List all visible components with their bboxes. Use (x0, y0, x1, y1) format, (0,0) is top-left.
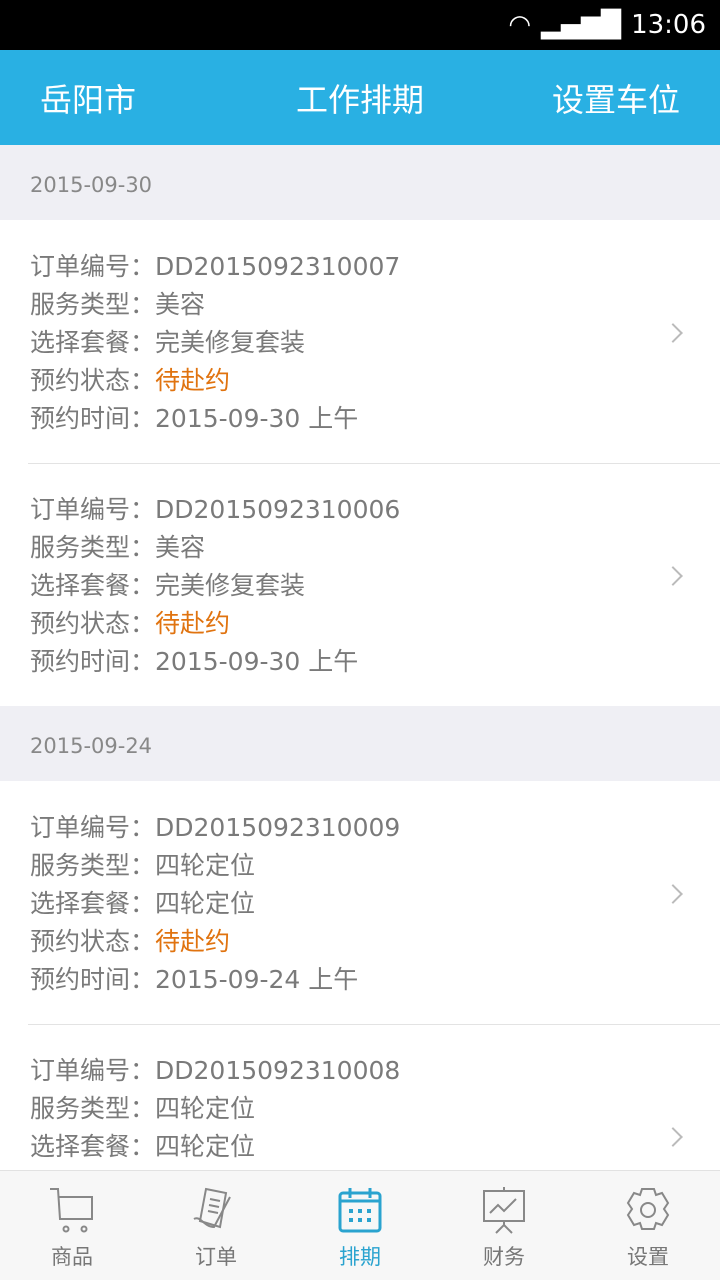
order-label: 订单编号： (30, 813, 156, 842)
order-group: 订单编号：DD2015092310009 服务类型：四轮定位 选择套餐：四轮定位 预约… (0, 781, 720, 1170)
order-label: 订单编号： (30, 1056, 156, 1085)
time-label: 预约时间： (30, 965, 156, 994)
package-label: 选择套餐： (30, 328, 156, 357)
status-value: 待赴约 (155, 609, 231, 638)
tab-label: 排期 (339, 1245, 381, 1269)
tab-label: 设置 (627, 1245, 669, 1269)
status-row: 预约状态：待赴约 (30, 923, 720, 961)
service-value: 四轮定位 (155, 1094, 256, 1123)
order-list-item[interactable]: 订单编号：DD2015092310009 服务类型：四轮定位 选择套餐：四轮定位 预约… (0, 781, 720, 1024)
service-row: 服务类型：四轮定位 (30, 847, 720, 885)
order-list-item[interactable]: 订单编号：DD2015092310008服务类型：四轮定位选择套餐：四轮定位预约… (0, 1024, 720, 1170)
service-label: 服务类型： (30, 290, 156, 319)
status-value: 待赴约 (155, 366, 231, 395)
tab-label: 商品 (51, 1245, 93, 1269)
time-row: 预约时间：2015-09-30 上午 (30, 400, 720, 438)
service-label: 服务类型： (30, 533, 156, 562)
app-header: 岳阳市 工作排期 设置车位 (0, 50, 720, 145)
clock: 13:06 (631, 10, 706, 40)
order-value: DD2015092310006 (155, 495, 401, 524)
order-list-item[interactable]: 订单编号：DD2015092310007 服务类型：美容 选择套餐：完美修复套装 预约… (0, 220, 720, 463)
service-value: 美容 (155, 533, 206, 562)
tab-schedule[interactable]: 排期 (288, 1171, 432, 1280)
package-label: 选择套餐： (30, 1132, 156, 1161)
tab-bar: 商品 订单 排期 财务 设置 (0, 1170, 720, 1280)
order-group: 订单编号：DD2015092310007 服务类型：美容 选择套餐：完美修复套装 预约… (0, 220, 720, 706)
service-row: 服务类型：美容 (30, 529, 720, 567)
package-value: 完美修复套装 (155, 571, 306, 600)
tab-products[interactable]: 商品 (0, 1171, 144, 1280)
tab-finance[interactable]: 财务 (432, 1171, 576, 1280)
time-label: 预约时间： (30, 404, 156, 433)
calendar-icon (338, 1188, 382, 1233)
time-value: 2015-09-30 上午 (155, 404, 359, 433)
city-button[interactable]: 岳阳市 (40, 75, 136, 121)
cart-icon (50, 1188, 93, 1233)
package-value: 完美修复套装 (155, 328, 306, 357)
date-header: 2015-09-30 (30, 173, 153, 197)
service-row: 服务类型：美容 (30, 286, 720, 324)
package-row: 选择套餐：完美修复套装 (30, 324, 720, 362)
package-label: 选择套餐： (30, 889, 156, 918)
status-label: 预约状态： (30, 927, 156, 956)
package-label: 选择套餐： (30, 571, 156, 600)
set-parking-button[interactable]: 设置车位 (552, 75, 680, 121)
service-value: 四轮定位 (155, 851, 256, 880)
service-label: 服务类型： (30, 851, 156, 880)
gear-icon (626, 1188, 670, 1230)
tab-settings[interactable]: 设置 (576, 1171, 720, 1280)
service-row: 服务类型：四轮定位 (30, 1090, 720, 1128)
status-label: 预约状态： (30, 609, 156, 638)
package-value: 四轮定位 (155, 1132, 256, 1161)
time-row: 预约时间：2015-09-30 上午 (30, 643, 720, 681)
time-value: 2015-09-30 上午 (155, 647, 359, 676)
status-label: 预约状态： (30, 366, 156, 395)
package-row: 选择套餐：四轮定位 (30, 885, 720, 923)
order-value: DD2015092310009 (155, 813, 401, 842)
service-value: 美容 (155, 290, 206, 319)
order-list-item[interactable]: 订单编号：DD2015092310006 服务类型：美容 选择套餐：完美修复套装 预约… (0, 463, 720, 706)
status-row: 预约状态：待赴约 (30, 362, 720, 400)
time-row: 预约时间：2015-09-24 上午 (30, 961, 720, 999)
package-row: 选择套餐：完美修复套装 (30, 567, 720, 605)
time-value: 2015-09-24 上午 (155, 965, 359, 994)
order-value: DD2015092310007 (155, 252, 401, 281)
date-header: 2015-09-24 (30, 734, 153, 758)
signal-icon: ▂▄▆█ (541, 10, 622, 40)
status-row: 预约状态：待赴约 (30, 605, 720, 643)
schedule-list[interactable]: 2015-09-30 订单编号：DD2015092310007 服务类型：美容 选择套… (0, 145, 720, 1170)
order-row: 订单编号：DD2015092310006 (30, 491, 720, 529)
order-row: 订单编号：DD2015092310009 (30, 809, 720, 847)
chart-board-icon (483, 1187, 525, 1234)
order-row: 订单编号：DD2015092310008 (30, 1052, 720, 1090)
wifi-icon: ◠ (508, 10, 532, 40)
service-label: 服务类型： (30, 1094, 156, 1123)
time-label: 预约时间： (30, 647, 156, 676)
tab-label: 财务 (483, 1245, 525, 1269)
status-bar: ◠ ▂▄▆█ 13:06 (0, 0, 720, 50)
order-label: 订单编号： (30, 252, 156, 281)
package-value: 四轮定位 (155, 889, 256, 918)
order-row: 订单编号：DD2015092310007 (30, 248, 720, 286)
tab-label: 订单 (195, 1245, 237, 1269)
status-value: 待赴约 (155, 927, 231, 956)
order-icon (193, 1187, 231, 1229)
order-value: DD2015092310008 (155, 1056, 401, 1085)
tab-orders[interactable]: 订单 (144, 1171, 288, 1280)
package-row: 选择套餐：四轮定位 (30, 1128, 720, 1166)
order-label: 订单编号： (30, 495, 156, 524)
